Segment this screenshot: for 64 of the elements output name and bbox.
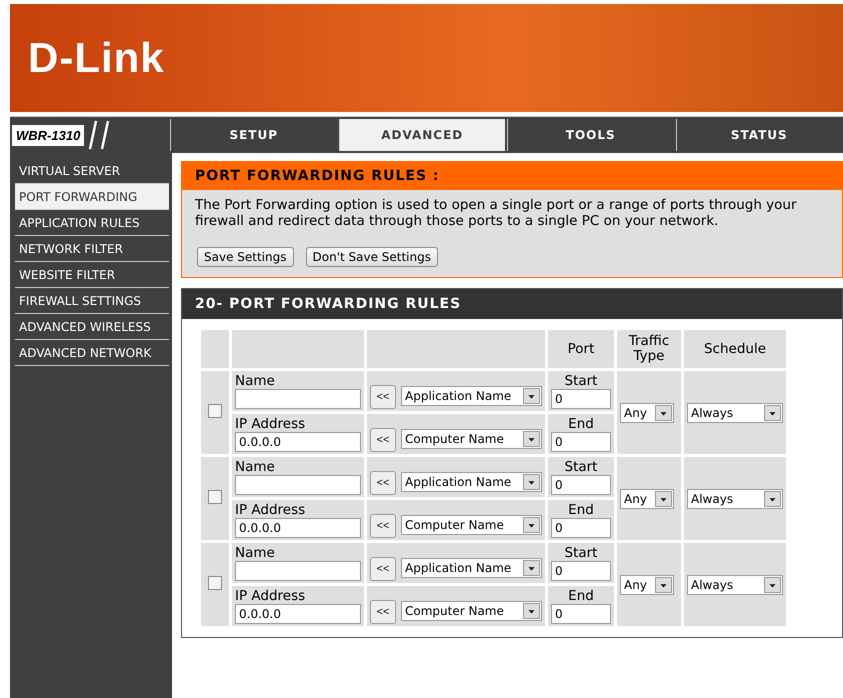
name-field[interactable] <box>235 475 361 495</box>
sidebar-item[interactable]: APPLICATION RULES <box>15 210 169 236</box>
sidebar-item[interactable]: PORT FORWARDING <box>15 184 169 210</box>
computer-dropdown[interactable]: Computer Name <box>401 429 542 450</box>
port-field[interactable]: 0 <box>551 518 611 538</box>
section-title: PORT FORWARDING RULES : <box>182 162 842 190</box>
sidebar-item[interactable]: NETWORK FILTER <box>15 236 169 262</box>
field-label: IP Address <box>235 502 306 518</box>
logo: D-Link <box>28 34 165 82</box>
sidebar-item[interactable]: FIREWALL SETTINGS <box>15 288 169 314</box>
field-label: Name <box>235 373 276 389</box>
field-label: Start <box>564 545 598 561</box>
settings-button[interactable]: Save Settings <box>197 247 294 267</box>
ip-field[interactable]: 0.0.0.0 <box>235 604 361 624</box>
copy-button[interactable]: << <box>370 600 396 624</box>
sidebar-item[interactable]: WEBSITE FILTER <box>15 262 169 288</box>
copy-button[interactable]: << <box>370 428 396 452</box>
ip-field[interactable]: 0.0.0.0 <box>235 432 361 452</box>
field-label: End <box>567 588 595 604</box>
description: The Port Forwarding option is used to open a single port or a range of ports through your firewall and redirect data through those ports to a single PC on your network. <box>194 196 798 229</box>
sidebar-item[interactable]: ADVANCED NETWORK <box>15 340 169 366</box>
computer-dropdown[interactable]: Computer Name <box>401 601 542 622</box>
name-field[interactable] <box>235 561 361 581</box>
copy-button[interactable]: << <box>370 557 396 581</box>
checkbox[interactable] <box>208 490 222 504</box>
port-field[interactable]: 0 <box>551 604 611 624</box>
ip-field[interactable]: 0.0.0.0 <box>235 518 361 538</box>
copy-button[interactable]: << <box>370 471 396 495</box>
field-label: Name <box>235 545 276 561</box>
schedule-dropdown[interactable]: Always <box>687 402 783 422</box>
computer-dropdown[interactable]: Computer Name <box>401 515 542 536</box>
schedule-dropdown[interactable]: Always <box>687 574 783 594</box>
port-field[interactable]: 0 <box>551 432 611 452</box>
copy-button[interactable]: << <box>370 385 396 409</box>
slashes-icon <box>88 120 110 150</box>
traffic-dropdown[interactable]: Any <box>620 402 674 422</box>
field-label: IP Address <box>235 588 306 604</box>
settings-button[interactable]: Don't Save Settings <box>306 247 438 267</box>
field-label: Start <box>564 373 598 389</box>
application-dropdown[interactable]: Application Name <box>401 386 542 406</box>
column-header: Traffic Type <box>617 330 681 368</box>
sidebar-item[interactable]: ADVANCED WIRELESS <box>15 314 169 340</box>
checkbox[interactable] <box>208 404 222 418</box>
port-field[interactable]: 0 <box>551 475 611 495</box>
application-dropdown[interactable]: Application Name <box>401 472 542 492</box>
field-label: IP Address <box>235 416 306 432</box>
traffic-dropdown[interactable]: Any <box>620 488 674 508</box>
nav-tab[interactable]: ADVANCED <box>338 119 505 151</box>
copy-button[interactable]: << <box>370 514 396 538</box>
name-field[interactable] <box>235 389 361 409</box>
checkbox[interactable] <box>208 576 222 590</box>
schedule-dropdown[interactable]: Always <box>687 488 783 508</box>
field-label: Name <box>235 459 276 475</box>
section-title: 20- PORT FORWARDING RULES <box>182 289 842 319</box>
column-header: Port <box>548 330 614 368</box>
field-label: Start <box>564 459 598 475</box>
field-label: End <box>567 416 595 432</box>
column-header: Schedule <box>684 330 786 368</box>
field-label: End <box>567 502 595 518</box>
traffic-dropdown[interactable]: Any <box>620 574 674 594</box>
port-field[interactable]: 0 <box>551 389 611 409</box>
model-name: WBR-1310 <box>12 124 84 146</box>
application-dropdown[interactable]: Application Name <box>401 558 542 578</box>
port-field[interactable]: 0 <box>551 561 611 581</box>
